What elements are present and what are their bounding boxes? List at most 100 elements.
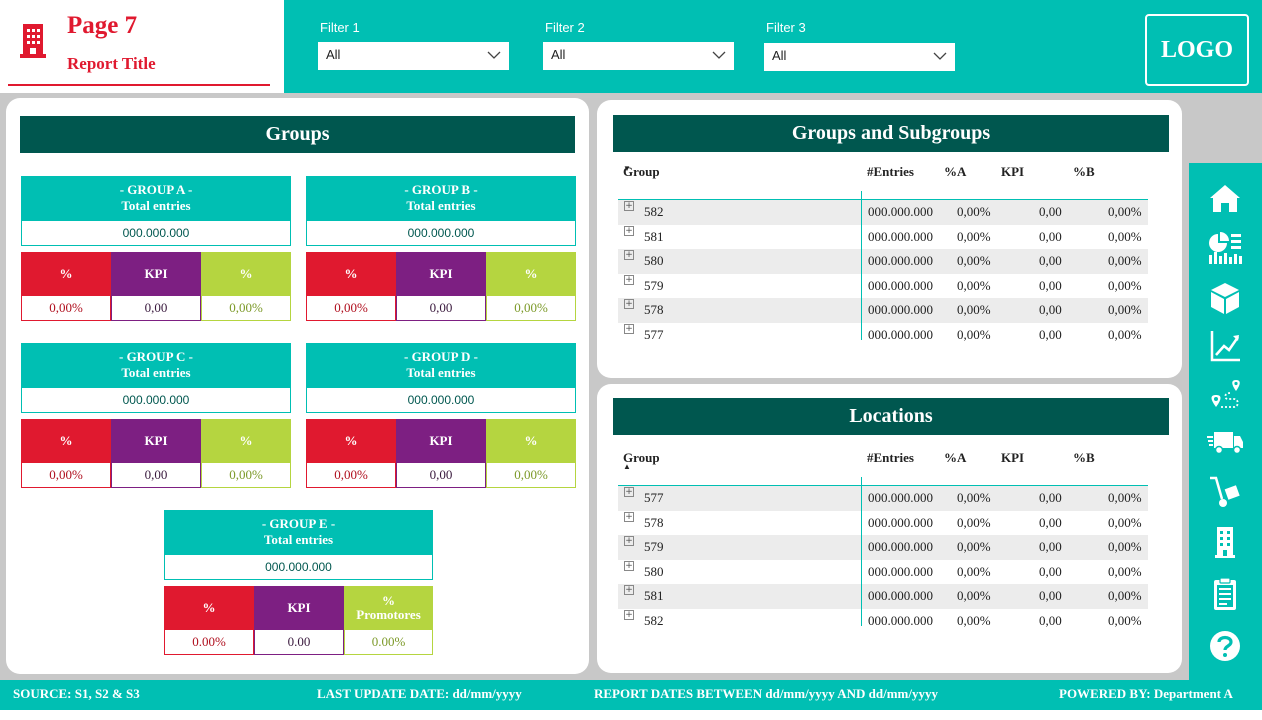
building-icon[interactable]	[1206, 525, 1244, 559]
cell-kpi: 0,00	[1039, 228, 1062, 244]
help-icon[interactable]	[1206, 630, 1244, 664]
table-row[interactable]: +577 000.000.000 0,00% 0,00 0,00%	[618, 486, 1148, 511]
footer: SOURCE: S1, S2 & S3 LAST UPDATE DATE: dd…	[0, 680, 1262, 710]
chevron-down-icon	[487, 51, 501, 59]
group-total: 000.000.000	[164, 554, 433, 580]
group-subtitle: Total entries	[121, 198, 191, 213]
metric-header: KPI	[254, 586, 344, 629]
cell-kpi: 0,00	[1039, 588, 1062, 604]
filter-2-value: All	[551, 47, 566, 62]
table-row[interactable]: +580 000.000.000 0,00% 0,00 0,00%	[618, 560, 1148, 585]
column-header-entries[interactable]: #Entries	[867, 450, 914, 466]
cell-entries: 000.000.000	[868, 539, 933, 555]
table-row[interactable]: +579 000.000.000 0,00% 0,00 0,00%	[618, 535, 1148, 560]
group-subtitle: Total entries	[121, 365, 191, 380]
table-header: Group ▼ #Entries %A KPI %B	[618, 152, 1148, 200]
metric-header: %	[201, 252, 291, 295]
cell-a: 0,00%	[957, 490, 991, 505]
hand-truck-icon[interactable]	[1206, 475, 1244, 509]
table-row[interactable]: +578 000.000.000 0,00% 0,00 0,00%	[618, 511, 1148, 536]
package-icon[interactable]	[1206, 281, 1244, 315]
cell-group: 580	[644, 563, 664, 579]
table-row[interactable]: +582 000.000.000 0,00% 0,00 0,00%	[618, 200, 1148, 225]
cell-group: 581	[644, 588, 664, 604]
filter-2-dropdown[interactable]: All	[543, 42, 734, 70]
column-divider	[861, 191, 862, 340]
home-icon[interactable]	[1206, 181, 1244, 215]
column-header-a[interactable]: %A	[944, 164, 966, 180]
cell-kpi: 0,00	[1039, 612, 1062, 628]
group-card-header: - GROUP C - Total entries	[21, 343, 291, 387]
column-header-b[interactable]: %B	[1073, 164, 1095, 180]
cell-group: 578	[644, 302, 664, 318]
column-header-kpi[interactable]: KPI	[1001, 450, 1024, 466]
filter-1-dropdown[interactable]: All	[318, 42, 509, 70]
table-header: Group ▲ #Entries %A KPI %B	[618, 438, 1148, 486]
cell-b: 0,00%	[1108, 228, 1142, 244]
groups-title: Groups	[20, 116, 575, 153]
filter-2-label: Filter 2	[545, 20, 585, 35]
cell-entries: 000.000.000	[868, 612, 933, 628]
metric-header: KPI	[111, 252, 201, 295]
footer-powered-by: POWERED BY: Department A	[1059, 686, 1233, 701]
cell-kpi: 0,00	[1039, 514, 1062, 530]
cell-group: 579	[644, 539, 664, 555]
truck-icon[interactable]	[1206, 425, 1244, 459]
metric-value: 0,00	[396, 295, 486, 321]
locations-table: Group ▲ #Entries %A KPI %B +577 000.000.0…	[618, 438, 1148, 634]
dashboard-icon[interactable]	[1206, 231, 1244, 265]
group-card-header: - GROUP B - Total entries	[306, 176, 576, 220]
cell-b: 0,00%	[1108, 277, 1142, 293]
column-divider	[861, 477, 862, 626]
cell-entries: 000.000.000	[868, 490, 933, 505]
route-icon[interactable]	[1206, 377, 1244, 411]
clipboard-icon[interactable]	[1206, 577, 1244, 611]
cell-b: 0,00%	[1108, 588, 1142, 604]
building-icon	[20, 22, 46, 65]
trend-chart-icon[interactable]	[1206, 329, 1244, 363]
cell-entries: 000.000.000	[868, 514, 933, 530]
group-card-c: - GROUP C - Total entries 000.000.000 % 0…	[21, 343, 291, 488]
sort-ascending-icon[interactable]: ▲	[623, 462, 631, 471]
cell-kpi: 0,00	[1039, 490, 1062, 505]
table-row[interactable]: +577 000.000.000 0,00% 0,00 0,00%	[618, 323, 1148, 348]
locations-title: Locations	[613, 398, 1169, 435]
cell-group: 581	[644, 228, 664, 244]
table-row[interactable]: +580 000.000.000 0,00% 0,00 0,00%	[618, 249, 1148, 274]
cell-kpi: 0,00	[1039, 539, 1062, 555]
table-row[interactable]: +578 000.000.000 0,00% 0,00 0,00%	[618, 298, 1148, 323]
title-underline	[8, 84, 270, 86]
table-row[interactable]: +582 000.000.000 0,00% 0,00 0,00%	[618, 609, 1148, 634]
table-row[interactable]: +579 000.000.000 0,00% 0,00 0,00%	[618, 274, 1148, 299]
group-subtitle: Total entries	[406, 365, 476, 380]
cell-b: 0,00%	[1108, 326, 1142, 342]
column-header-a[interactable]: %A	[944, 450, 966, 466]
column-header-kpi[interactable]: KPI	[1001, 164, 1024, 180]
groups-subgroups-title: Groups and Subgroups	[613, 115, 1169, 152]
filter-1-value: All	[326, 47, 341, 62]
table-row[interactable]: +581 000.000.000 0,00% 0,00 0,00%	[618, 584, 1148, 609]
column-header-entries[interactable]: #Entries	[867, 164, 914, 180]
cell-group: 577	[644, 326, 664, 342]
metric-value: 0.00%	[164, 629, 254, 655]
group-total: 000.000.000	[21, 387, 291, 413]
table-row[interactable]: +581 000.000.000 0,00% 0,00 0,00%	[618, 225, 1148, 250]
metric-value: 0,00	[111, 462, 201, 488]
cell-b: 0,00%	[1108, 563, 1142, 579]
group-card-e: - GROUP E - Total entries 000.000.000 % 0…	[164, 510, 433, 655]
column-header-b[interactable]: %B	[1073, 450, 1095, 466]
footer-source: SOURCE: S1, S2 & S3	[13, 686, 140, 701]
bottom-strip	[0, 710, 1262, 720]
cell-entries: 000.000.000	[868, 277, 933, 293]
group-total: 000.000.000	[306, 220, 576, 246]
cell-kpi: 0,00	[1039, 204, 1062, 219]
cell-entries: 000.000.000	[868, 228, 933, 244]
metric-value: 0,00	[396, 462, 486, 488]
cell-group: 577	[644, 490, 664, 505]
metric-header: %	[21, 252, 111, 295]
cell-a: 0,00%	[957, 302, 991, 318]
sort-descending-icon[interactable]: ▼	[623, 164, 631, 173]
metric-value: 0.00	[254, 629, 344, 655]
filter-3-dropdown[interactable]: All	[764, 43, 955, 71]
metric-header: %	[486, 419, 576, 462]
